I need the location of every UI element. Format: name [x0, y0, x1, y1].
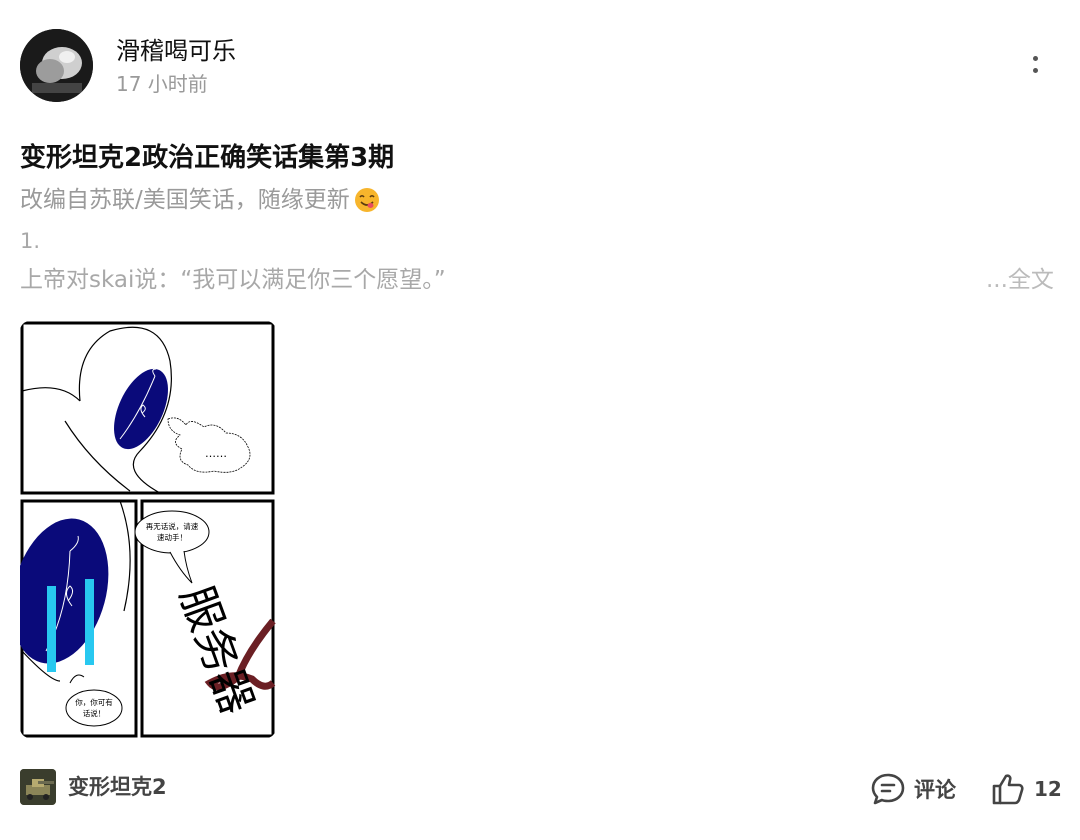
comment-button[interactable]: 评论 [870, 770, 956, 808]
post-subtitle-text: 改编自苏联/美国笑话，随缘更新 [20, 187, 350, 213]
comic-illustration: …… 你，你可有 话说！ 再无话说，请速 速动手！ 服务器 [20, 321, 276, 738]
panel-3-bubble-text-line-2: 速动手！ [157, 532, 187, 542]
more-dot-icon [1033, 56, 1038, 61]
topic-link[interactable]: 变形坦克2 [20, 768, 167, 806]
post-timestamp: 17 小时前 [116, 72, 208, 96]
panel-2-bubble-text-line-1: 你，你可有 [75, 697, 113, 707]
post-title[interactable]: 变形坦克2政治正确笑话集第3期 [20, 141, 394, 175]
comic-panel-1 [20, 321, 275, 495]
panel-2-bubble-text-line-2: 话说！ [83, 708, 106, 718]
topic-thumbnail [20, 769, 56, 805]
topic-thumbnail-image [20, 769, 56, 805]
panel-3-bubble-text-line-1: 再无话说，请速 [146, 521, 199, 531]
like-button[interactable]: 12 [990, 770, 1062, 808]
comment-bubble-icon [871, 773, 905, 805]
expand-full-text-link[interactable]: ...全文 [986, 264, 1054, 296]
avatar-image [20, 29, 93, 102]
yum-face-emoji-icon [354, 188, 379, 212]
author-name[interactable]: 滑稽喝可乐 [116, 36, 236, 66]
panel-1-bubble-text: …… [205, 447, 227, 460]
thumbs-up-icon [992, 774, 1024, 805]
post-excerpt-line-2: 上帝对skai说：“我可以满足你三个愿望。” [20, 267, 446, 293]
post-subtitle: 改编自苏联/美国笑话，随缘更新 [20, 184, 380, 216]
post-excerpt-line-1: 1. [20, 229, 41, 253]
post-image-comic[interactable]: …… 你，你可有 话说！ 再无话说，请速 速动手！ 服务器 [20, 321, 276, 738]
like-count: 12 [1034, 777, 1062, 801]
comment-label: 评论 [914, 778, 956, 802]
more-options-button[interactable] [1022, 50, 1050, 80]
author-avatar[interactable] [20, 29, 93, 102]
topic-name: 变形坦克2 [68, 775, 167, 799]
more-dot-icon [1033, 68, 1038, 73]
